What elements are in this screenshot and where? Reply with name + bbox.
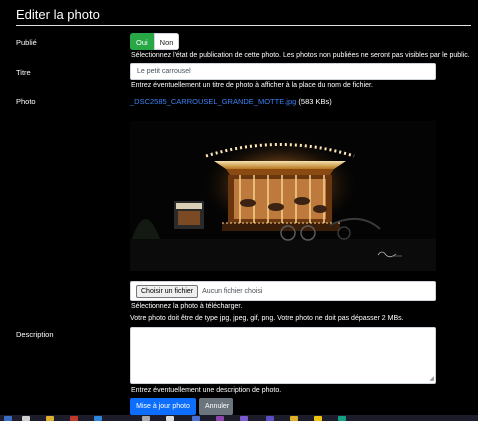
description-label: Description (16, 330, 54, 339)
title-divider (16, 25, 471, 26)
update-photo-button[interactable]: Mise à jour photo (130, 398, 196, 415)
published-label: Publié (16, 38, 37, 47)
photo-file-info: _DSC2585_CARROUSEL_GRANDE_MOTTE.jpg (583… (130, 97, 332, 106)
title-label: Titre (16, 68, 31, 77)
edit-photo-page: Editer la photo Publié Oui Non Sélection… (0, 0, 478, 421)
published-no-option[interactable]: Non (153, 33, 180, 50)
published-help-text: Sélectionnez l'état de publication de ce… (131, 52, 470, 59)
cancel-button[interactable]: Annuler (199, 398, 233, 415)
taskbar-app-icon[interactable] (240, 416, 248, 421)
taskbar-app-icon[interactable] (266, 416, 274, 421)
description-help-text: Entrez éventuellement une description de… (131, 387, 282, 394)
photo-select-help-text: Sélectionnez la photo à télécharger. (131, 303, 243, 310)
photo-file-input[interactable]: Choisir un fichier Aucun fichier choisi (130, 281, 436, 301)
taskbar-app-icon[interactable] (22, 416, 30, 421)
taskbar-app-icon[interactable] (70, 416, 78, 421)
choose-file-button[interactable]: Choisir un fichier (136, 284, 199, 298)
published-yes-option[interactable]: Oui (130, 33, 154, 50)
photo-preview (130, 121, 436, 271)
start-icon[interactable] (4, 416, 12, 421)
taskbar-app-icon[interactable] (94, 416, 102, 421)
photo-file-link[interactable]: _DSC2585_CARROUSEL_GRANDE_MOTTE.jpg (130, 97, 296, 106)
taskbar-app-icon[interactable] (166, 416, 174, 421)
taskbar-app-icon[interactable] (142, 416, 150, 421)
taskbar-app-icon[interactable] (192, 416, 200, 421)
published-toggle: Oui Non (130, 33, 180, 50)
title-help-text: Entrez éventuellement un titre de photo … (131, 82, 373, 89)
photo-file-size: (583 KBs) (298, 97, 332, 106)
os-taskbar (0, 415, 478, 421)
taskbar-app-icon[interactable] (46, 416, 54, 421)
title-input[interactable]: Le petit carrousel (130, 63, 436, 80)
carousel-photo-image (130, 121, 436, 271)
photo-format-help-text: Votre photo doit être de type jpg, jpeg,… (130, 315, 404, 322)
page-title: Editer la photo (16, 7, 100, 22)
taskbar-app-icon[interactable] (314, 416, 322, 421)
photo-label: Photo (16, 97, 36, 106)
no-file-chosen-text: Aucun fichier choisi (202, 287, 263, 295)
taskbar-app-icon[interactable] (290, 416, 298, 421)
description-textarea[interactable]: ◢ (130, 327, 436, 384)
taskbar-app-icon[interactable] (338, 416, 346, 421)
taskbar-app-icon[interactable] (216, 416, 224, 421)
resize-grip-icon[interactable]: ◢ (429, 376, 434, 382)
